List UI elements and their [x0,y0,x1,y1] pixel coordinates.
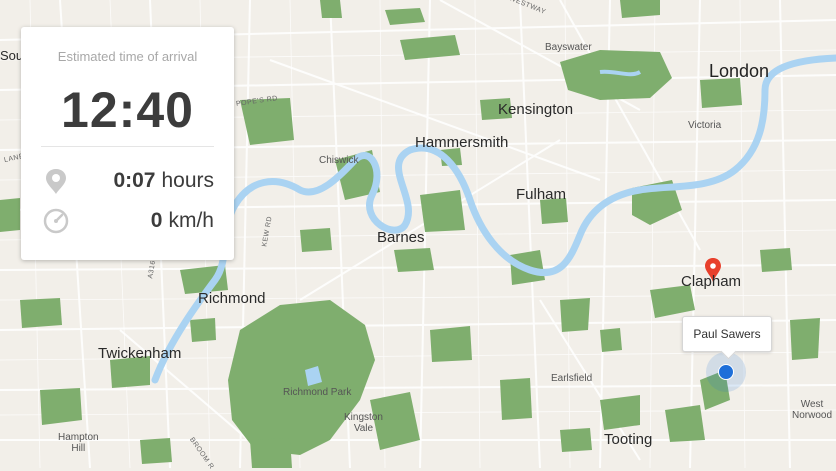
place-label-richmond: Richmond [198,290,266,307]
place-label-bayswater: Bayswater [545,42,592,53]
place-label-south-edge: Sou [0,48,24,63]
place-label-barnes: Barnes [377,229,425,246]
place-label-richmond-park: Richmond Park [283,387,352,398]
duration-row: 0:07 hours [21,167,214,197]
duration-value: 0:07 hours [113,169,214,193]
place-label-tooting: Tooting [604,431,653,448]
place-label-twickenham: Twickenham [98,345,182,362]
place-label-clapham: Clapham [681,273,742,290]
place-label-hammersmith: Hammersmith [415,134,509,151]
place-label-london: London [709,61,770,81]
speed-number: 0 [150,209,163,232]
place-label-kingston-vale: Kingston Vale [344,412,383,434]
eta-time: 12:40 [61,82,194,138]
place-label-chiswick: Chiswick [319,155,359,166]
eta-card: Estimated time of arrival 12:40 0:07 hour… [21,27,234,260]
place-label-victoria: Victoria [688,120,722,131]
eta-divider [41,146,214,147]
current-location-dot[interactable] [718,364,734,380]
user-location-label[interactable]: Paul Sawers [682,316,772,352]
speed-row: 0 km/h [21,207,214,237]
place-label-west-norwood: West Norwood [792,399,833,421]
place-label-kensington: Kensington [498,101,574,118]
location-pin-icon [46,169,66,194]
speed-value: 0 km/h [151,209,214,233]
duration-unit: hours [161,169,214,192]
place-label-hampton-hill: Hampton Hill [58,432,99,454]
duration-number: 0:07 [113,169,156,192]
hyde-park [560,50,672,100]
speedometer-icon [43,208,69,234]
place-label-earlsfield: Earlsfield [551,373,593,384]
place-label-fulham: Fulham [516,186,567,203]
speed-unit: km/h [168,209,214,232]
eta-title: Estimated time of arrival [57,49,198,64]
